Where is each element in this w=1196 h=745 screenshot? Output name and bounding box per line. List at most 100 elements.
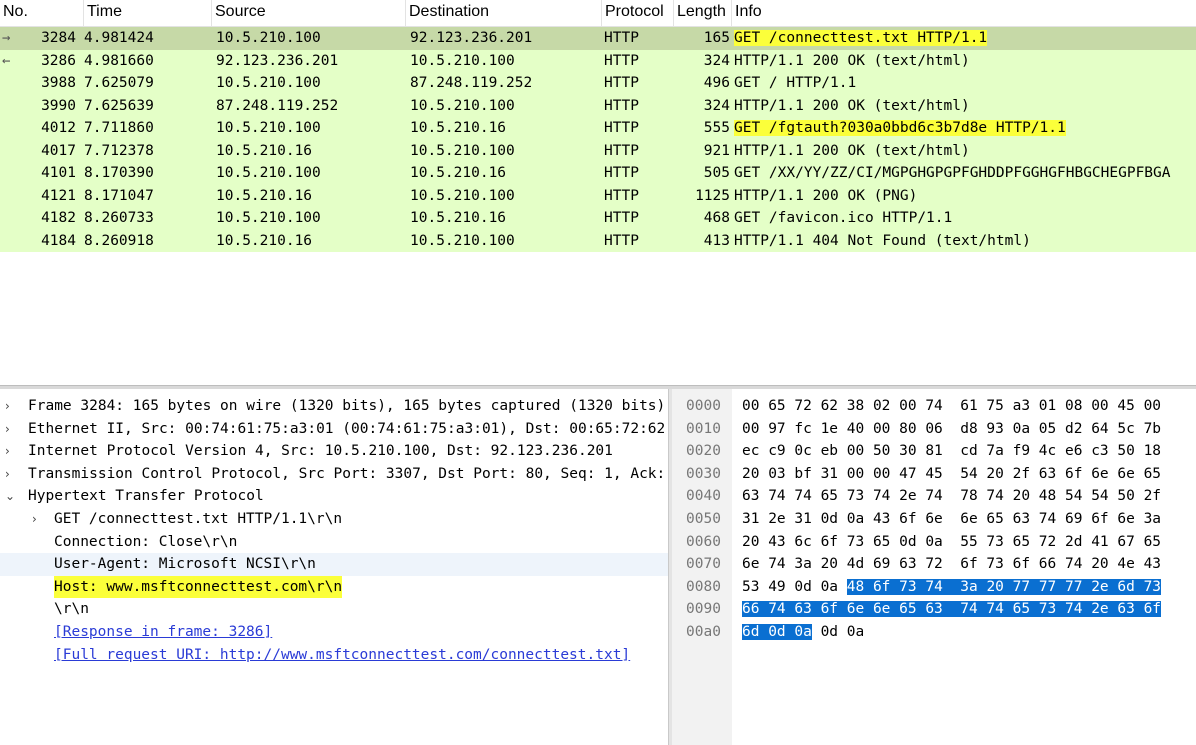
packet-destination: 10.5.210.100 [410, 142, 515, 159]
packet-info: HTTP/1.1 200 OK (text/html) [734, 95, 1196, 118]
detail-link[interactable]: [Response in frame: 3286] [54, 621, 272, 644]
packet-row[interactable]: 3988 7.625079 10.5.210.100 87.248.119.252 HT… [0, 72, 1196, 95]
packet-info-text: HTTP/1.1 200 OK (PNG) [734, 187, 918, 204]
detail-row[interactable]: [Full request URI: http://www.msftconnec… [0, 644, 668, 667]
packet-time: 8.171047 [84, 187, 154, 204]
hex-line[interactable]: 00 97 fc 1e 40 00 80 06 d8 93 0a 05 d2 6… [742, 418, 1161, 441]
detail-row[interactable]: User-Agent: Microsoft NCSI\r\n [0, 553, 668, 576]
packet-protocol: HTTP [604, 187, 639, 204]
column-header-length[interactable]: Length [674, 0, 732, 26]
packet-time: 8.260733 [84, 210, 154, 226]
packet-row[interactable]: 4184 8.260918 10.5.210.16 10.5.210.100 HTTP 4… [0, 229, 1196, 253]
packet-info: HTTP/1.1 200 OK (text/html) [734, 140, 1196, 163]
packet-time: 7.625639 [84, 97, 154, 114]
packet-destination: 10.5.210.16 [410, 210, 507, 226]
hex-offset: 0040 [686, 488, 721, 505]
packet-protocol: HTTP [604, 30, 639, 46]
detail-row[interactable]: \r\n [0, 598, 668, 621]
hex-offset: 0060 [686, 533, 721, 550]
hex-line[interactable]: 20 03 bf 31 00 00 47 45 54 20 2f 63 6f 6… [742, 463, 1161, 486]
packet-row[interactable]: 4121 8.171047 10.5.210.16 10.5.210.100 HTTP 1… [0, 184, 1196, 208]
packet-number: 3990 [41, 97, 76, 114]
detail-text: Host: www.msftconnecttest.com\r\n [54, 575, 343, 599]
packet-time: 4.981424 [84, 30, 154, 46]
packet-source: 10.5.210.16 [216, 187, 313, 204]
detail-row[interactable]: › Frame 3284: 165 bytes on wire (1320 bit… [0, 395, 668, 418]
packet-length: 165 [703, 30, 730, 46]
detail-text: Frame 3284: 165 bytes on wire (1320 bits… [28, 398, 666, 414]
packet-protocol: HTTP [604, 210, 639, 226]
detail-row[interactable]: › GET /connecttest.txt HTTP/1.1\r\n [0, 508, 668, 531]
packet-info: GET /connecttest.txt HTTP/1.1 [734, 27, 1196, 50]
hex-bytes-segment: 53 49 0d 0a [742, 578, 847, 595]
packet-info-text: GET /favicon.ico HTTP/1.1 [734, 210, 953, 226]
expand-chevron-icon[interactable]: › [5, 395, 19, 418]
hex-line[interactable]: 31 2e 31 0d 0a 43 6f 6e 6e 65 63 74 69 6… [742, 508, 1161, 531]
packet-protocol: HTTP [604, 142, 639, 159]
expand-chevron-icon[interactable]: › [32, 508, 46, 531]
packet-destination: 87.248.119.252 [410, 75, 533, 91]
hex-line[interactable]: 63 74 74 65 73 74 2e 74 78 74 20 48 54 5… [742, 485, 1161, 508]
packet-number: 4012 [41, 120, 76, 136]
detail-row[interactable]: ⌄ Hypertext Transfer Protocol [0, 485, 668, 508]
packet-source: 10.5.210.16 [216, 142, 313, 159]
expand-chevron-icon[interactable]: › [5, 418, 19, 441]
packet-time: 4.981660 [84, 52, 154, 69]
hex-offset-column: 0000 0010 0020 0030 0040 0050 0060 0070 0080 0090… [672, 389, 732, 745]
packet-bytes-pane[interactable]: 0000 0010 0020 0030 0040 0050 0060 0070 0080 0090… [672, 389, 1196, 745]
detail-row[interactable]: Host: www.msftconnecttest.com\r\n [0, 575, 668, 599]
collapse-chevron-icon[interactable]: ⌄ [5, 485, 19, 508]
detail-text: Internet Protocol Version 4, Src: 10.5.2… [28, 443, 613, 460]
hex-line[interactable]: 20 43 6c 6f 73 65 0d 0a 55 73 65 72 2d 4… [742, 531, 1161, 554]
detail-link[interactable]: [Full request URI: http://www.msftconnec… [54, 644, 630, 667]
detail-row[interactable]: › Internet Protocol Version 4, Src: 10.5.… [0, 440, 668, 463]
packet-protocol: HTTP [604, 97, 639, 114]
packet-time: 8.170390 [84, 165, 154, 181]
packet-destination: 10.5.210.100 [410, 97, 515, 114]
expand-chevron-icon[interactable]: › [5, 463, 19, 486]
packet-info-text: HTTP/1.1 404 Not Found (text/html) [734, 232, 1031, 249]
packet-destination: 10.5.210.16 [410, 165, 507, 181]
packet-row[interactable]: 4012 7.711860 10.5.210.100 10.5.210.16 HTTP 5… [0, 117, 1196, 140]
hex-line[interactable]: 66 74 63 6f 6e 6e 65 63 74 74 65 73 74 2… [742, 598, 1162, 621]
column-header-protocol[interactable]: Protocol [602, 0, 674, 26]
packet-number: 3286 [41, 52, 76, 69]
expand-chevron-icon[interactable]: › [5, 440, 19, 463]
packet-length: 324 [703, 97, 730, 114]
hex-line[interactable]: 6e 74 3a 20 4d 69 63 72 6f 73 6f 66 74 2… [742, 553, 1161, 576]
packet-row[interactable]: ← 3286 4.981660 92.123.236.201 10.5.210.100 H… [0, 49, 1196, 72]
column-header-destination[interactable]: Destination [406, 0, 602, 26]
packet-info: HTTP/1.1 404 Not Found (text/html) [734, 230, 1196, 253]
detail-text: Transmission Control Protocol, Src Port:… [28, 465, 668, 482]
hex-bytes-segment: 6d 0d 0a [742, 624, 812, 640]
detail-row[interactable]: › Ethernet II, Src: 00:74:61:75:a3:01 (00… [0, 418, 668, 441]
hex-offset: 0090 [686, 601, 721, 618]
packet-length: 1125 [695, 187, 730, 204]
hex-line[interactable]: 6d 0d 0a 0d 0a [742, 621, 864, 644]
packet-row[interactable]: 4182 8.260733 10.5.210.100 10.5.210.16 HTTP 4… [0, 207, 1196, 230]
column-header-info[interactable]: Info [732, 0, 1196, 26]
column-header-no[interactable]: No. [0, 0, 84, 26]
detail-row[interactable]: Connection: Close\r\n [0, 531, 668, 554]
detail-row[interactable]: › Transmission Control Protocol, Src Port… [0, 463, 668, 486]
packet-row[interactable]: 4101 8.170390 10.5.210.100 10.5.210.16 HTTP 5… [0, 162, 1196, 185]
packet-number: 3988 [41, 75, 76, 91]
packet-info-text: GET /connecttest.txt HTTP/1.1 [734, 30, 988, 46]
hex-offset: 0020 [686, 443, 721, 460]
hex-line[interactable]: 53 49 0d 0a 48 6f 73 74 3a 20 77 77 77 2… [742, 576, 1162, 599]
packet-info: HTTP/1.1 200 OK (PNG) [734, 185, 1196, 208]
packet-row[interactable]: → 3284 4.981424 10.5.210.100 92.123.236.201 H… [0, 27, 1196, 50]
column-header-source[interactable]: Source [212, 0, 406, 26]
packet-row[interactable]: 3990 7.625639 87.248.119.252 10.5.210.100 HT… [0, 94, 1196, 118]
hex-line[interactable]: ec c9 0c eb 00 50 30 81 cd 7a f9 4c e6 c… [742, 440, 1161, 463]
column-header-time[interactable]: Time [84, 0, 212, 26]
packet-destination: 10.5.210.100 [410, 232, 515, 249]
packet-source: 10.5.210.100 [216, 30, 321, 46]
packet-source: 87.248.119.252 [216, 97, 339, 114]
packet-row[interactable]: 4017 7.712378 10.5.210.16 10.5.210.100 HTTP 9… [0, 139, 1196, 163]
hex-line[interactable]: 00 65 72 62 38 02 00 74 61 75 a3 01 08 0… [742, 395, 1161, 418]
packet-protocol: HTTP [604, 232, 639, 249]
packet-details-pane[interactable]: › Frame 3284: 165 bytes on wire (1320 bit… [0, 389, 668, 745]
packet-list[interactable]: No. Time Source Destination Protocol Len… [0, 0, 1196, 385]
detail-row[interactable]: [Response in frame: 3286] [0, 621, 668, 644]
